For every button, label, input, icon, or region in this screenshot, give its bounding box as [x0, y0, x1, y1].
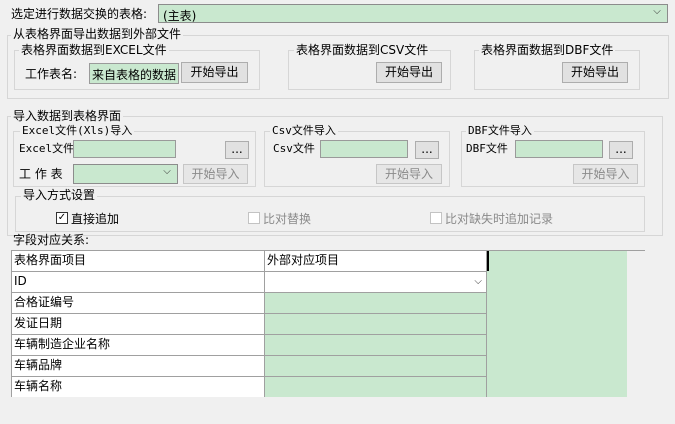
- table-select-combo[interactable]: (主表) ⌵: [158, 4, 668, 23]
- export-dbf-button[interactable]: 开始导出: [562, 62, 628, 83]
- export-csv-button[interactable]: 开始导出: [376, 62, 442, 83]
- append-checkbox[interactable]: ✓: [56, 212, 68, 224]
- export-excel-button[interactable]: 开始导出: [181, 62, 248, 83]
- chevron-down-icon: ⌵: [653, 6, 661, 17]
- table-row-external[interactable]: [265, 377, 487, 397]
- mapping-gray-strip: [627, 251, 645, 397]
- import-dbf-title: DBF文件导入: [466, 124, 534, 137]
- table-row-field[interactable]: 车辆名称: [12, 377, 265, 397]
- mapping-label: 字段对应关系:: [13, 233, 90, 247]
- import-excel-sheet-label: 工 作 表: [19, 167, 63, 181]
- mapping-empty-area: [487, 251, 489, 271]
- import-dbf-button[interactable]: 开始导入: [573, 164, 638, 184]
- table-row-external-combo[interactable]: ⌵: [265, 272, 487, 293]
- column-header-field[interactable]: 表格界面项目: [12, 251, 265, 272]
- import-mode-title: 导入方式设置: [21, 188, 98, 202]
- table-row-field[interactable]: 发证日期: [12, 314, 265, 335]
- import-dbf-file-label: DBF文件: [466, 142, 508, 155]
- mapping-grid: 表格界面项目 外部对应项目 ID ⌵ 合格证编号 发证日期 车辆制造企业名称 车…: [11, 250, 645, 397]
- export-group-title: 从表格界面导出数据到外部文件: [11, 27, 184, 41]
- export-sheet-value: 来自表格的数据: [92, 68, 177, 82]
- export-excel-title: 表格界面数据到EXCEL文件: [19, 43, 169, 57]
- import-csv-button[interactable]: 开始导入: [376, 164, 442, 184]
- table-row-field[interactable]: 车辆品牌: [12, 356, 265, 377]
- table-row-external[interactable]: [265, 314, 487, 335]
- import-dbf-file-input[interactable]: [515, 140, 603, 158]
- column-header-external[interactable]: 外部对应项目: [265, 251, 487, 272]
- table-row-external[interactable]: [265, 356, 487, 377]
- export-csv-title: 表格界面数据到CSV文件: [294, 43, 431, 57]
- chevron-down-icon: ⌵: [163, 166, 171, 177]
- import-csv-file-label: Csv文件: [273, 142, 315, 155]
- import-excel-title: Excel文件(Xls)导入: [20, 124, 135, 137]
- import-excel-button[interactable]: 开始导入: [183, 164, 248, 184]
- table-row-external[interactable]: [265, 335, 487, 356]
- export-dbf-title: 表格界面数据到DBF文件: [479, 43, 616, 57]
- chevron-down-icon: ⌵: [474, 276, 482, 287]
- table-row-field[interactable]: 合格证编号: [12, 293, 265, 314]
- append-label: 直接追加: [71, 212, 120, 226]
- compare-append-label: 比对缺失时追加记录: [445, 212, 554, 226]
- import-excel-browse-button[interactable]: ...: [225, 141, 249, 159]
- export-sheet-input[interactable]: 来自表格的数据: [89, 63, 179, 84]
- table-select-value: (主表): [163, 9, 197, 23]
- import-group-title: 导入数据到表格界面: [11, 109, 124, 123]
- table-select-label: 选定进行数据交换的表格:: [11, 7, 148, 21]
- import-excel-file-input[interactable]: [73, 140, 176, 158]
- import-dbf-browse-button[interactable]: ...: [609, 141, 633, 159]
- compare-replace-label: 比对替换: [263, 212, 312, 226]
- checkmark-icon: ✓: [57, 212, 67, 223]
- table-row-field[interactable]: 车辆制造企业名称: [12, 335, 265, 356]
- table-row-external[interactable]: [265, 293, 487, 314]
- compare-replace-checkbox[interactable]: [248, 212, 260, 224]
- import-csv-title: Csv文件导入: [270, 124, 338, 137]
- import-excel-sheet-combo[interactable]: ⌵: [73, 164, 178, 184]
- import-excel-file-label: Excel文件: [19, 142, 75, 155]
- table-row-field[interactable]: ID: [12, 272, 265, 293]
- import-csv-browse-button[interactable]: ...: [415, 141, 439, 159]
- import-csv-file-input[interactable]: [320, 140, 408, 158]
- export-sheet-label: 工作表名:: [25, 67, 78, 81]
- compare-append-checkbox[interactable]: [430, 212, 442, 224]
